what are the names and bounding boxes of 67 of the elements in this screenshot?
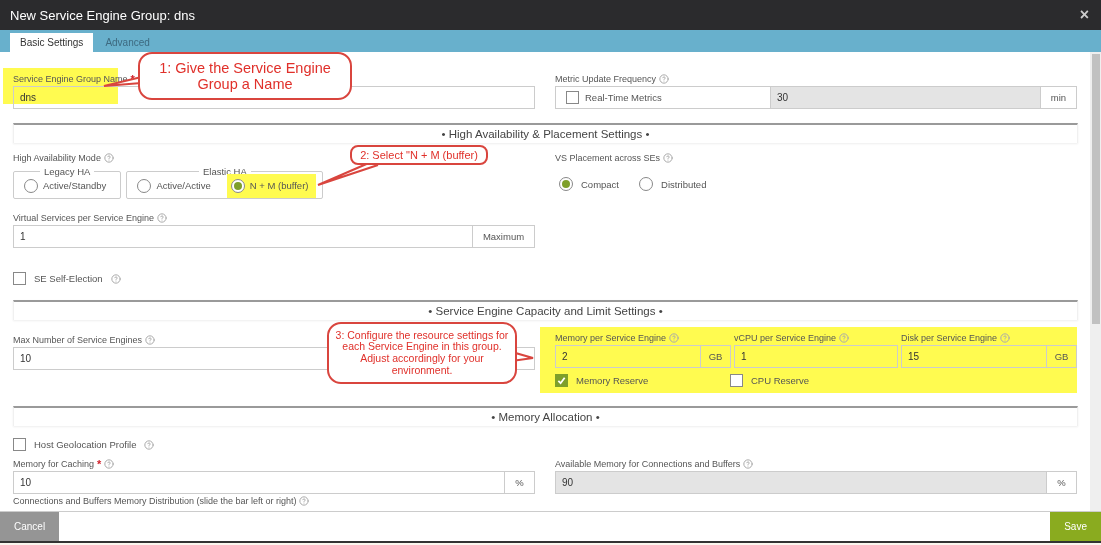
- scrollbar[interactable]: [1090, 52, 1101, 511]
- field-label: Memory for Caching: [13, 458, 95, 469]
- callout: 2: Select "N + M (buffer): [350, 145, 488, 165]
- help-icon: [103, 152, 114, 163]
- section-title: • Service Engine Capacity and Limit Settings •: [428, 305, 663, 317]
- checkbox-label: Real-Time Metrics: [585, 92, 662, 103]
- help-icon: [663, 152, 674, 163]
- radio-button[interactable]: [137, 178, 152, 193]
- text-field[interactable]: 10: [13, 471, 505, 494]
- callout: 3: Configure the resource settings for each Service Engine in this group. Adjust accordingly for your environment.: [327, 322, 517, 384]
- checkbox-label: CPU Reserve: [751, 375, 810, 386]
- radio-label: Active/Active: [156, 180, 211, 191]
- close-button[interactable]: ×: [1075, 6, 1093, 24]
- text-field[interactable]: 2: [555, 345, 701, 368]
- field-label: VS Placement across SEs: [555, 152, 661, 163]
- section-title: • High Availability & Placement Settings •: [441, 128, 650, 140]
- help-icon: [145, 334, 156, 345]
- help-icon: [156, 212, 167, 223]
- scrollbar-thumb[interactable]: [1091, 54, 1100, 324]
- help-icon: [299, 495, 310, 506]
- text-field[interactable]: 15: [901, 345, 1047, 368]
- group-legend: Legacy HA: [39, 166, 95, 177]
- help-icon: [1000, 332, 1011, 343]
- help-icon: [839, 332, 850, 343]
- radio-button[interactable]: [230, 178, 245, 193]
- radio-button[interactable]: [559, 177, 573, 191]
- text-field[interactable]: 1: [734, 345, 898, 368]
- help-icon: [743, 458, 754, 469]
- required-mark: *: [97, 457, 102, 470]
- radio-label: Compact: [581, 178, 619, 190]
- unit-label: GB: [1047, 345, 1077, 368]
- checkbox[interactable]: [13, 438, 26, 451]
- field-label: Available Memory for Connections and Buffers: [555, 458, 741, 469]
- help-icon: [110, 273, 121, 284]
- field-label: Memory per Service Engine: [555, 332, 667, 343]
- checkbox-label: Host Geolocation Profile: [34, 439, 137, 450]
- radio-label: Active/Standby: [43, 180, 107, 191]
- callout: 1: Give the Service Engine Group a Name: [138, 52, 352, 100]
- field-label: Virtual Services per Service Engine: [13, 212, 154, 223]
- radio-label: Distributed: [661, 178, 707, 190]
- field-label: vCPU per Service Engine: [734, 332, 837, 343]
- checkbox-label: SE Self-Election: [34, 273, 103, 284]
- field-label: Disk per Service Engine: [901, 332, 998, 343]
- checkbox[interactable]: [555, 374, 568, 387]
- radio-button[interactable]: [639, 177, 653, 191]
- checkbox-label: Memory Reserve: [576, 375, 649, 386]
- help-icon: [669, 332, 680, 343]
- field-label: Connections and Buffers Memory Distribution (slide the bar left or right): [13, 495, 297, 506]
- help-icon: [144, 439, 155, 450]
- unit-label: Maximum: [473, 225, 535, 248]
- help-icon: [659, 73, 670, 84]
- unit-label: %: [1047, 471, 1077, 494]
- field-label: High Availability Mode: [13, 152, 101, 163]
- radio-label: N + M (buffer): [249, 180, 309, 191]
- unit-label: %: [505, 471, 535, 494]
- window-title: New Service Engine Group: dns: [10, 7, 195, 23]
- section-title: • Memory Allocation •: [491, 411, 600, 423]
- checkbox[interactable]: [730, 374, 743, 387]
- checkbox[interactable]: [13, 272, 26, 285]
- radio-button[interactable]: [24, 178, 38, 193]
- field-label: Max Number of Service Engines: [13, 334, 143, 345]
- unit-label: GB: [701, 345, 731, 368]
- unit-label: min: [1041, 86, 1077, 109]
- help-icon: [104, 458, 115, 469]
- tab[interactable]: Basic Settings: [10, 33, 94, 52]
- field-label: Metric Update Frequency: [555, 73, 657, 84]
- text-field[interactable]: 1: [13, 225, 473, 248]
